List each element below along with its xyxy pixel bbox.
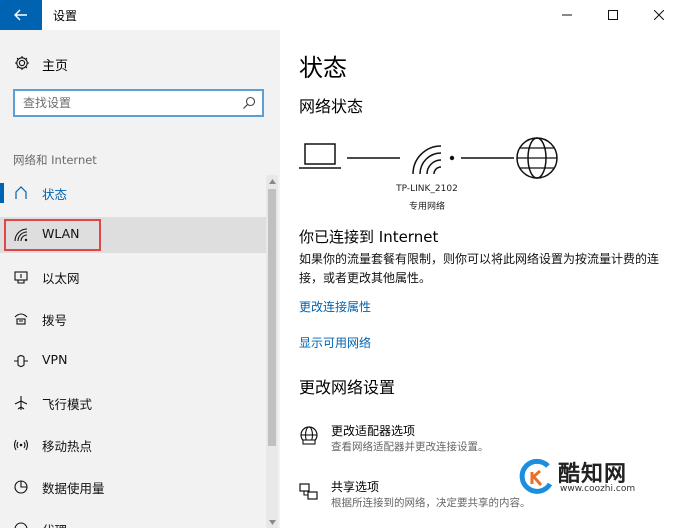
search-input[interactable] — [23, 94, 238, 112]
scroll-down-button[interactable] — [266, 516, 278, 528]
minimize-button[interactable] — [544, 0, 590, 30]
watermark-url: www.coozhi.com — [560, 484, 636, 494]
section-label: 网络和 Internet — [13, 153, 97, 167]
adapter-icon — [300, 426, 318, 445]
watermark: 酷知网 www.coozhi.com — [518, 456, 668, 500]
sidebar-item-label: 拨号 — [42, 313, 68, 328]
sidebar-home[interactable]: 主页 — [0, 48, 280, 78]
vpn-icon — [14, 354, 28, 368]
sidebar: 主页 网络和 Internet 状态 WLAN — [0, 30, 280, 528]
sidebar-item-wlan[interactable]: WLAN — [0, 217, 266, 253]
proxy-icon — [14, 522, 28, 528]
sidebar-item-vpn[interactable]: VPN — [0, 343, 266, 379]
sidebar-item-label: 移动热点 — [42, 439, 93, 454]
sidebar-item-label: 状态 — [42, 187, 68, 202]
change-network-settings-title: 更改网络设置 — [299, 378, 396, 397]
maximize-button[interactable] — [590, 0, 636, 30]
laptop-icon — [299, 143, 341, 169]
network-name: TP-LINK_2102 — [396, 184, 458, 194]
scroll-thumb[interactable] — [268, 189, 276, 446]
dialup-icon — [14, 313, 28, 325]
wifi-icon — [14, 228, 28, 242]
sidebar-item-data-usage[interactable]: 数据使用量 — [0, 469, 266, 505]
network-status-title: 网络状态 — [299, 97, 364, 116]
sidebar-item-label: WLAN — [42, 226, 80, 241]
option-title: 更改适配器选项 — [331, 424, 416, 438]
sidebar-item-label: 飞行模式 — [42, 397, 93, 412]
option-description: 查看网络适配器并更改连接设置。 — [331, 441, 489, 453]
sharing-icon — [299, 483, 318, 500]
chevron-up-icon — [268, 178, 276, 184]
sidebar-scrollbar[interactable] — [266, 175, 278, 528]
network-type: 专用网络 — [408, 202, 445, 212]
sidebar-item-status[interactable]: 状态 — [0, 175, 266, 211]
sidebar-item-label: 数据使用量 — [42, 481, 105, 496]
maximize-icon — [608, 10, 618, 20]
data-usage-icon — [14, 480, 28, 494]
connected-title: 你已连接到 Internet — [299, 228, 439, 246]
sidebar-item-proxy[interactable]: 代理 — [0, 511, 266, 528]
sidebar-item-airplane[interactable]: 飞行模式 — [0, 385, 266, 421]
search-icon[interactable] — [242, 96, 256, 110]
option-description: 根据所连接到的网络，决定要共享的内容。 — [331, 497, 531, 509]
option-title: 共享选项 — [331, 480, 380, 494]
main-content: 状态 网络状态 TP-LINK_2102 专用网络 你已连接到 Internet… — [280, 30, 682, 528]
adapter-options-item[interactable]: 更改适配器选项 查看网络适配器并更改连接设置。 — [299, 420, 679, 460]
airplane-icon — [14, 396, 28, 410]
globe-icon — [516, 137, 558, 179]
scroll-up-button[interactable] — [266, 175, 278, 187]
home-status-icon — [15, 186, 27, 199]
change-connection-properties-link[interactable]: 更改连接属性 — [299, 298, 371, 315]
sidebar-item-dialup[interactable]: 拨号 — [0, 301, 266, 337]
window-title: 设置 — [53, 9, 78, 23]
connected-description: 如果你的流量套餐有限制，则你可以将此网络设置为按流量计费的连接，或者更改其他属性… — [299, 252, 660, 285]
ethernet-icon — [14, 271, 28, 284]
sidebar-item-label: VPN — [42, 352, 68, 367]
back-arrow-icon — [14, 9, 27, 21]
wifi-signal-icon — [412, 145, 455, 175]
network-diagram — [299, 137, 558, 179]
title-bar: 设置 — [0, 0, 682, 30]
minimize-icon — [562, 14, 572, 16]
search-box — [13, 89, 264, 117]
close-button[interactable] — [636, 0, 682, 30]
active-indicator — [0, 183, 4, 203]
sidebar-home-label: 主页 — [42, 59, 69, 74]
show-available-networks-link[interactable]: 显示可用网络 — [299, 334, 371, 351]
close-icon — [654, 10, 664, 20]
sidebar-item-label: 代理 — [42, 520, 67, 528]
chevron-down-icon — [268, 519, 276, 525]
watermark-logo-icon — [519, 458, 553, 494]
sidebar-item-hotspot[interactable]: 移动热点 — [0, 427, 266, 463]
page-title: 状态 — [299, 54, 347, 82]
gear-icon — [15, 56, 29, 70]
hotspot-icon — [13, 439, 29, 451]
sidebar-item-label: 以太网 — [42, 271, 80, 286]
sidebar-item-ethernet[interactable]: 以太网 — [0, 259, 266, 295]
back-button[interactable] — [0, 0, 42, 30]
